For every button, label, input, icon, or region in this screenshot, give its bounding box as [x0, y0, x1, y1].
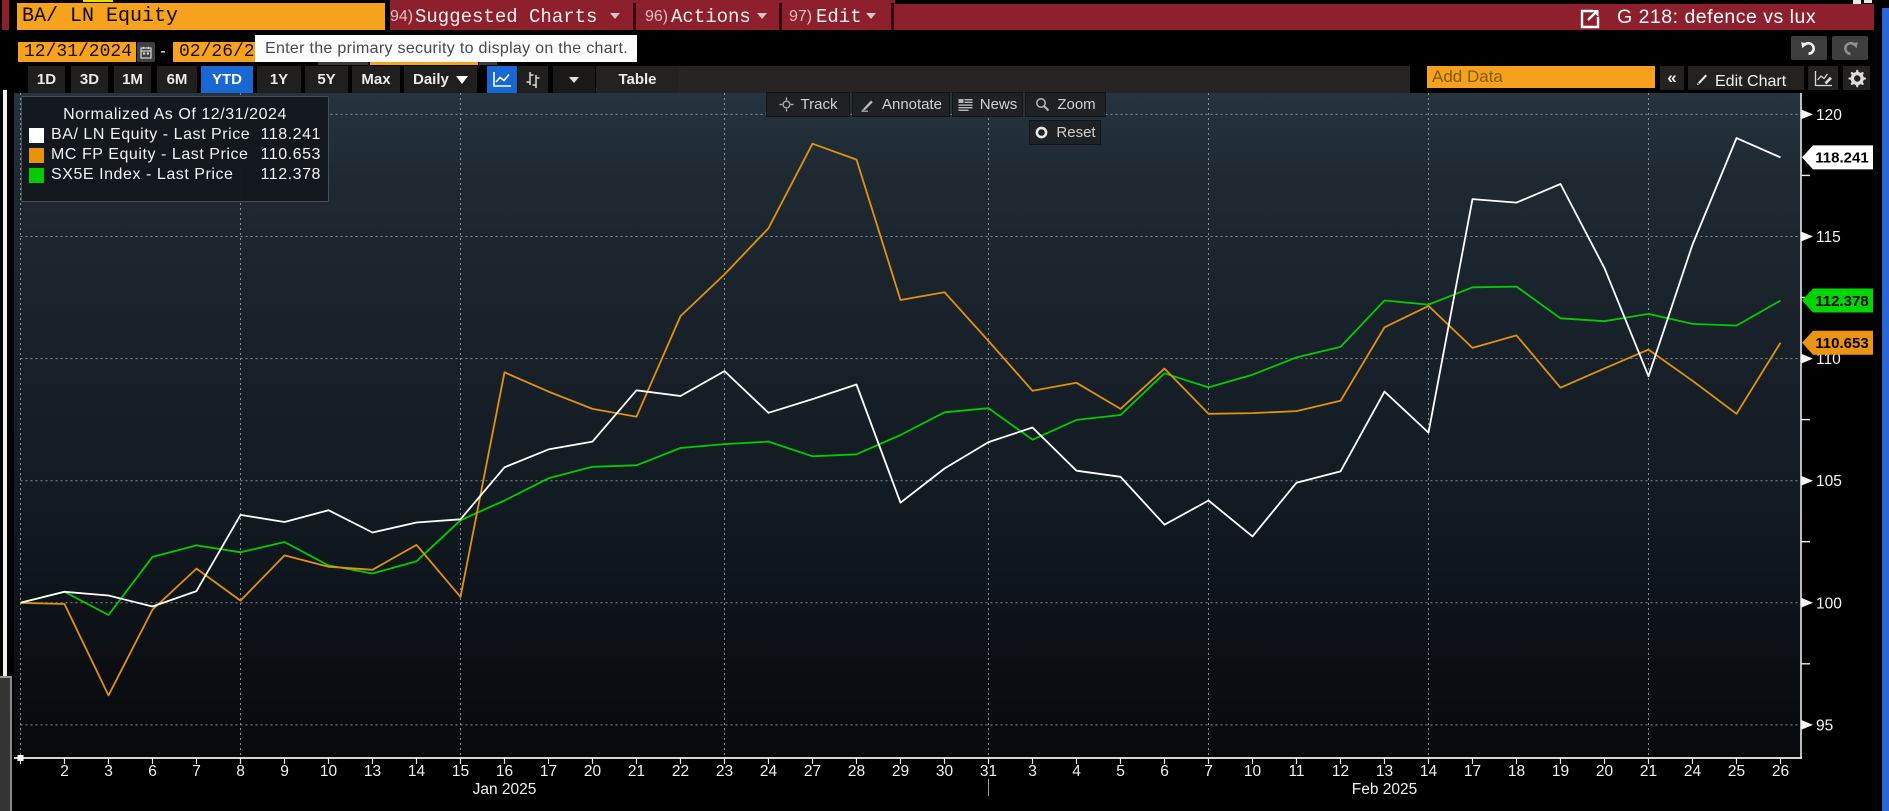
svg-text:17: 17 [1464, 763, 1481, 780]
svg-text:19: 19 [1552, 763, 1569, 780]
svg-text:14: 14 [408, 763, 426, 780]
svg-text:10: 10 [320, 763, 338, 780]
svg-text:112.378: 112.378 [1815, 293, 1868, 310]
svg-text:28: 28 [848, 763, 865, 780]
svg-text:20: 20 [1596, 763, 1614, 780]
svg-text:13: 13 [1376, 763, 1393, 780]
svg-text:18: 18 [1508, 763, 1525, 780]
svg-text:31: 31 [980, 763, 997, 780]
svg-text:13: 13 [364, 763, 381, 780]
svg-text:22: 22 [672, 763, 689, 780]
svg-text:27: 27 [804, 763, 821, 780]
svg-text:4: 4 [1072, 763, 1081, 780]
svg-text:100: 100 [1816, 595, 1842, 612]
svg-text:2: 2 [60, 763, 69, 780]
svg-text:23: 23 [716, 763, 733, 780]
svg-text:5: 5 [1116, 763, 1125, 780]
svg-text:20: 20 [584, 763, 602, 780]
svg-text:24: 24 [760, 763, 778, 780]
svg-text:15: 15 [452, 763, 469, 780]
svg-text:16: 16 [496, 763, 513, 780]
svg-text:8: 8 [236, 763, 245, 780]
svg-text:9: 9 [280, 763, 289, 780]
svg-text:118.241: 118.241 [1815, 150, 1868, 167]
svg-text:11: 11 [1288, 763, 1304, 780]
svg-text:105: 105 [1816, 473, 1842, 490]
svg-text:6: 6 [1160, 763, 1169, 780]
svg-text:10: 10 [1244, 763, 1262, 780]
svg-text:21: 21 [628, 763, 645, 780]
svg-text:3: 3 [1028, 763, 1037, 780]
svg-text:6: 6 [148, 763, 157, 780]
svg-text:29: 29 [892, 763, 909, 780]
svg-text:120: 120 [1816, 107, 1842, 124]
svg-text:30: 30 [936, 763, 954, 780]
svg-text:25: 25 [1728, 763, 1745, 780]
svg-text:21: 21 [1640, 763, 1657, 780]
svg-text:3: 3 [104, 763, 113, 780]
svg-text:95: 95 [1816, 717, 1833, 734]
svg-text:14: 14 [1420, 763, 1438, 780]
svg-text:24: 24 [1684, 763, 1702, 780]
svg-text:12: 12 [1332, 763, 1349, 780]
svg-text:7: 7 [1204, 763, 1213, 780]
svg-text:Jan 2025: Jan 2025 [473, 781, 537, 798]
svg-text:26: 26 [1772, 763, 1789, 780]
svg-text:115: 115 [1816, 229, 1841, 246]
svg-text:7: 7 [192, 763, 201, 780]
svg-text:17: 17 [540, 763, 557, 780]
svg-text:Feb 2025: Feb 2025 [1352, 781, 1418, 798]
svg-text:110.653: 110.653 [1815, 335, 1868, 352]
